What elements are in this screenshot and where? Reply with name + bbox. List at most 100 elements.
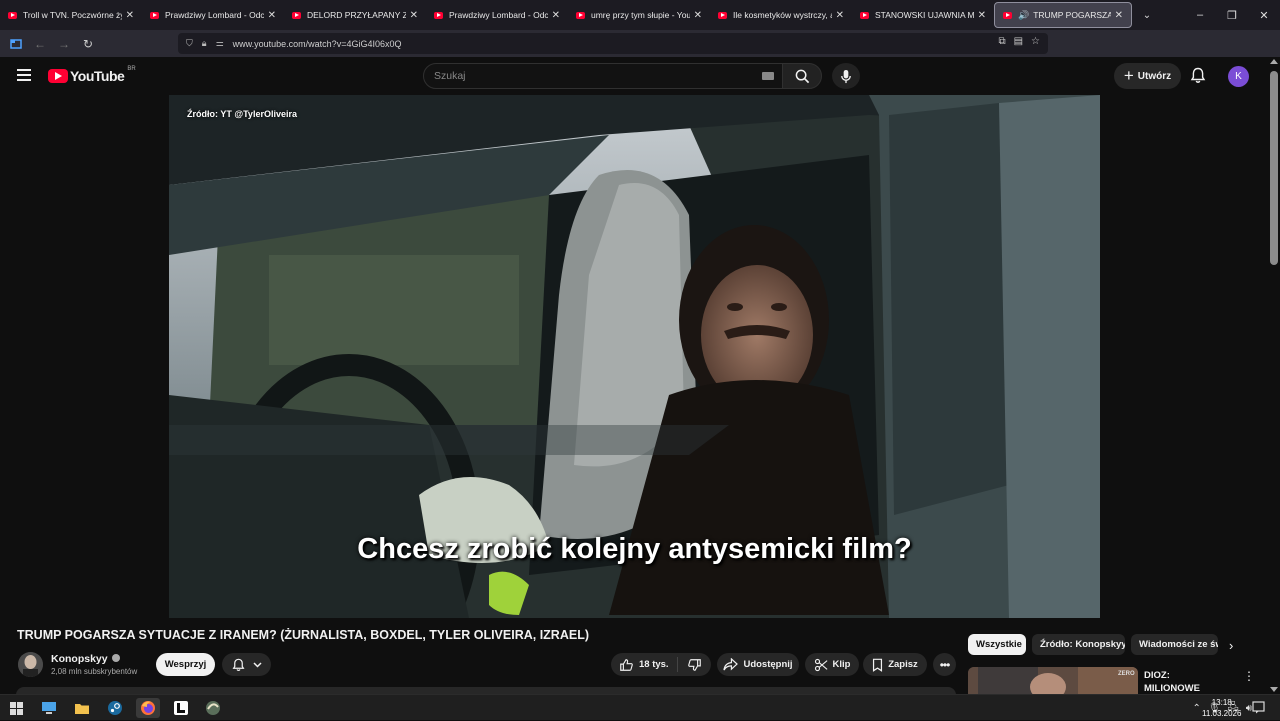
reader-view-icon[interactable]: ▤	[1014, 36, 1023, 47]
browser-tab[interactable]: Ile kosmetyków wystrczy, aby✕	[710, 0, 852, 30]
clip-button[interactable]: Klip	[805, 653, 859, 676]
chip-news[interactable]: Wiadomości ze św	[1131, 634, 1218, 655]
windows-start-icon[interactable]	[4, 698, 28, 718]
youtube-favicon-icon	[434, 11, 443, 19]
browser-tab-active[interactable]: 🔊TRUMP POGARSZA SYTU✕	[994, 2, 1132, 28]
picture-in-picture-icon[interactable]: ⧉	[998, 36, 1005, 47]
chip-from-channel[interactable]: Źródło: Konopskyy	[1032, 634, 1125, 655]
app-launcher-icon[interactable]	[169, 698, 193, 718]
browser-tab[interactable]: STANOWSKI UJAWNIA MROC✕	[852, 0, 994, 30]
scrollbar-thumb[interactable]	[1270, 71, 1278, 265]
close-tab-icon[interactable]: ✕	[836, 10, 844, 21]
video-player[interactable]: Źródło: YT @TylerOliveira Chcesz zrobić …	[169, 95, 1100, 618]
reload-icon[interactable]: ↻	[76, 32, 100, 56]
browser-tab[interactable]: Prawdziwy Lombard - Odcinek✕	[426, 0, 568, 30]
window-controls: – ❐ ✕	[1184, 0, 1280, 30]
notifications-bell-icon[interactable]	[1190, 67, 1206, 89]
scroll-up-arrow-icon[interactable]	[1270, 59, 1278, 64]
file-explorer-icon[interactable]	[70, 698, 94, 718]
notification-center-icon[interactable]	[1252, 701, 1265, 719]
thumbs-up-icon	[620, 658, 633, 671]
browser-tab[interactable]: Troll w TVN. Poczwórne życie✕	[0, 0, 142, 30]
close-tab-icon[interactable]: ✕	[410, 10, 418, 21]
keyboard-icon[interactable]	[762, 72, 774, 80]
windows-taskbar: ⌃ 🎙︎ 🖧 🔊︎ 13:18 11.03.2026	[0, 694, 1280, 720]
save-button[interactable]: Zapisz	[863, 653, 927, 676]
subscriber-count: 2,08 mln subskrybentów	[51, 667, 138, 676]
search-icon	[795, 69, 809, 83]
youtube-favicon-icon	[1003, 11, 1012, 19]
youtube-favicon-icon	[860, 11, 869, 19]
dislike-button[interactable]	[678, 658, 711, 672]
forward-icon[interactable]: →	[52, 32, 76, 56]
permissions-icon[interactable]: ⚌	[216, 38, 224, 49]
shield-icon[interactable]: ⛉	[186, 38, 193, 49]
browser-tab[interactable]: umrę przy tym słupie - YouTu✕	[568, 0, 710, 30]
browser-nav-bar: ← → ↻ ⛉ 🔒︎ ⚌ www.youtube.com/watch?v=4Gi…	[0, 30, 1280, 76]
sidebar-toggle-icon[interactable]	[4, 32, 28, 56]
close-tab-icon[interactable]: ✕	[978, 10, 986, 21]
lock-icon[interactable]: 🔒︎	[202, 38, 207, 49]
youtube-header: YouTube BR Szukaj + Utwórz K	[0, 57, 1268, 95]
close-tab-icon[interactable]: ✕	[1115, 10, 1123, 21]
bookmark-star-icon[interactable]: ☆	[1031, 36, 1040, 47]
close-tab-icon[interactable]: ✕	[268, 10, 276, 21]
youtube-favicon-icon	[292, 11, 301, 19]
chevron-down-icon	[252, 661, 262, 668]
restore-icon[interactable]: ❐	[1216, 0, 1248, 30]
browser-tab[interactable]: DELORD PRZYŁAPANY Z DZIE✕	[284, 0, 426, 30]
game-app-icon[interactable]	[201, 698, 225, 718]
scroll-down-arrow-icon[interactable]	[1270, 687, 1278, 692]
plus-icon: +	[1123, 66, 1134, 85]
chevron-right-icon[interactable]: ›	[1229, 638, 1233, 653]
share-icon	[723, 658, 739, 671]
microphone-icon	[841, 69, 851, 83]
url-bar[interactable]: ⛉ 🔒︎ ⚌ www.youtube.com/watch?v=4GiG4I06x…	[178, 33, 1048, 54]
steam-icon[interactable]	[103, 698, 127, 718]
voice-search-button[interactable]	[832, 63, 860, 89]
video-subtitle: Chcesz zrobić kolejny antysemicki film?	[357, 533, 912, 565]
bell-icon	[232, 658, 244, 671]
browser-tab-strip: Troll w TVN. Poczwórne życie✕ Prawdziwy …	[0, 0, 1280, 30]
youtube-favicon-icon	[8, 11, 17, 19]
search-input[interactable]: Szukaj	[423, 63, 783, 89]
chip-all[interactable]: Wszystkie	[968, 634, 1026, 655]
youtube-favicon-icon	[150, 11, 159, 19]
create-button[interactable]: + Utwórz	[1114, 63, 1181, 89]
guide-menu-icon[interactable]	[17, 69, 31, 81]
page-scrollbar[interactable]	[1268, 57, 1280, 694]
search-button[interactable]	[782, 63, 822, 89]
close-tab-icon[interactable]: ✕	[552, 10, 560, 21]
svg-text:ZERO: ZERO	[1118, 671, 1135, 677]
youtube-favicon-icon	[576, 11, 585, 19]
close-window-icon[interactable]: ✕	[1248, 0, 1280, 30]
close-tab-icon[interactable]: ✕	[126, 10, 134, 21]
like-button[interactable]: 18 tys.	[611, 657, 678, 672]
speaker-icon[interactable]: 🔊	[1018, 10, 1029, 21]
share-button[interactable]: Udostępnij	[717, 653, 799, 676]
support-button[interactable]: Wesprzyj	[156, 653, 215, 676]
tray-overflow-chevron-icon[interactable]: ⌃	[1192, 703, 1200, 714]
bookmark-icon	[873, 658, 883, 672]
channel-avatar[interactable]	[18, 652, 43, 677]
list-all-tabs-icon[interactable]: ⌄	[1132, 10, 1162, 21]
like-dislike-group: 18 tys.	[611, 653, 711, 676]
channel-name[interactable]: Konopskyy	[51, 653, 120, 665]
subscription-notifications-button[interactable]	[222, 653, 271, 676]
computer-icon[interactable]	[37, 698, 61, 718]
video-source-caption: Źródło: YT @TylerOliveira	[187, 109, 297, 119]
scissors-icon	[814, 658, 828, 671]
taskbar-clock[interactable]: 13:18 11.03.2026	[1202, 697, 1241, 719]
close-tab-icon[interactable]: ✕	[694, 10, 702, 21]
minimize-icon[interactable]: –	[1184, 0, 1216, 30]
youtube-logo[interactable]: YouTube BR	[48, 66, 136, 84]
browser-tab[interactable]: Prawdziwy Lombard - Odcinek✕	[142, 0, 284, 30]
vertical-dots-menu-icon[interactable]: ⋮	[1243, 669, 1255, 683]
account-avatar[interactable]: K	[1228, 66, 1249, 87]
firefox-icon[interactable]	[136, 698, 160, 718]
thumbs-down-icon	[687, 658, 701, 671]
more-actions-icon[interactable]: •••	[933, 653, 956, 676]
back-icon[interactable]: ←	[28, 32, 52, 56]
recommendation-thumbnail[interactable]: ZERO	[968, 667, 1138, 697]
youtube-favicon-icon	[718, 11, 727, 19]
